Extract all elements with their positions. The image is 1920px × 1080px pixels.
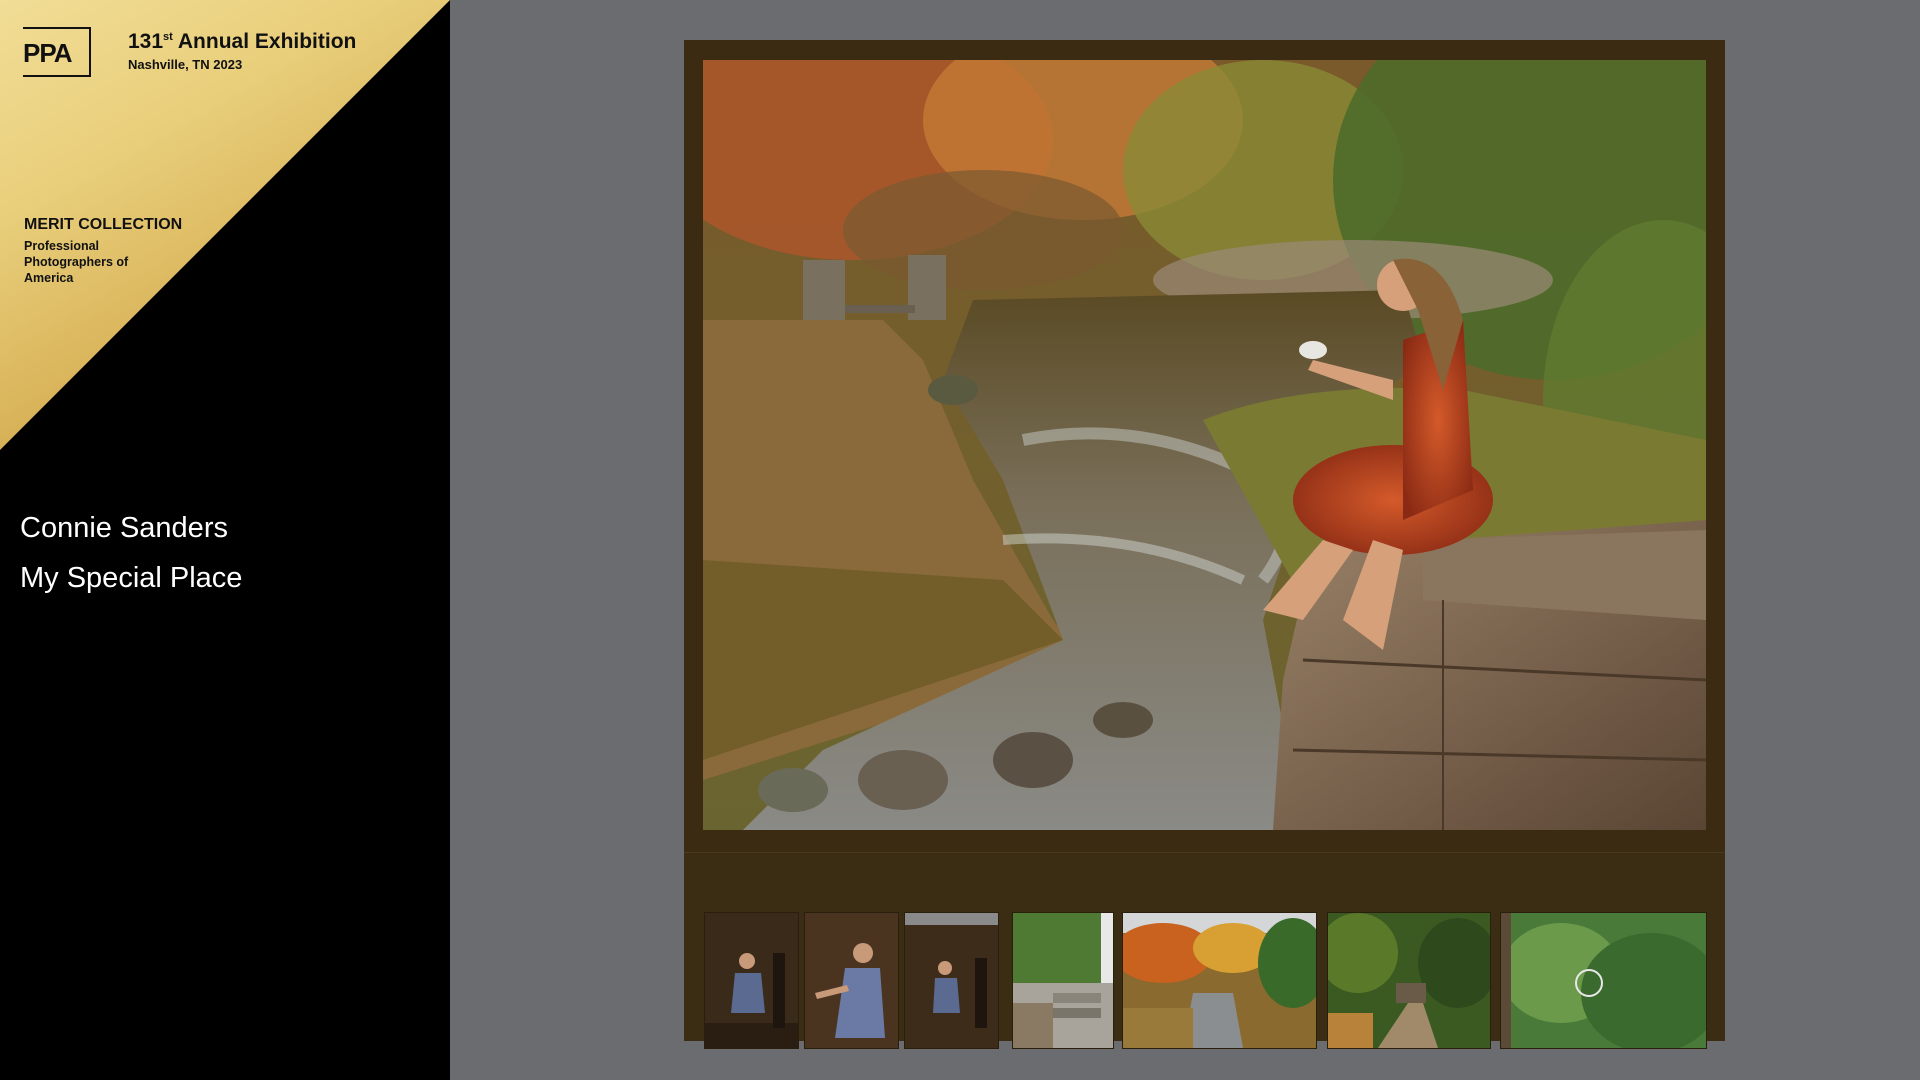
artist-name: Connie Sanders bbox=[20, 512, 228, 544]
info-panel: PPA 131st Annual Exhibition Nashville, T… bbox=[0, 0, 450, 1080]
thumbnail-forest-bridge[interactable] bbox=[1327, 912, 1491, 1049]
exhibition-location: Nashville, TN 2023 bbox=[128, 57, 243, 72]
artwork-frame bbox=[684, 40, 1725, 1049]
main-artwork-image bbox=[703, 60, 1706, 830]
thumbnail-autumn-stream[interactable] bbox=[1122, 912, 1317, 1049]
artwork-title: My Special Place bbox=[20, 562, 243, 594]
collection-title: MERIT COLLECTION bbox=[24, 216, 183, 233]
thumbnail-studio-pose-2[interactable] bbox=[804, 912, 899, 1049]
ppa-logo: PPA bbox=[23, 27, 91, 77]
thumbnail-strip bbox=[684, 852, 1725, 1049]
organization-name: Professional Photographers of America bbox=[24, 239, 129, 285]
exhibition-title: 131st Annual Exhibition bbox=[128, 30, 357, 53]
thumbnail-studio-pose-1[interactable] bbox=[704, 912, 799, 1049]
thumbnail-studio-pose-3[interactable] bbox=[904, 912, 999, 1049]
thumbnail-green-foliage[interactable] bbox=[1500, 912, 1707, 1049]
thumbnail-stone-steps[interactable] bbox=[1012, 912, 1114, 1049]
